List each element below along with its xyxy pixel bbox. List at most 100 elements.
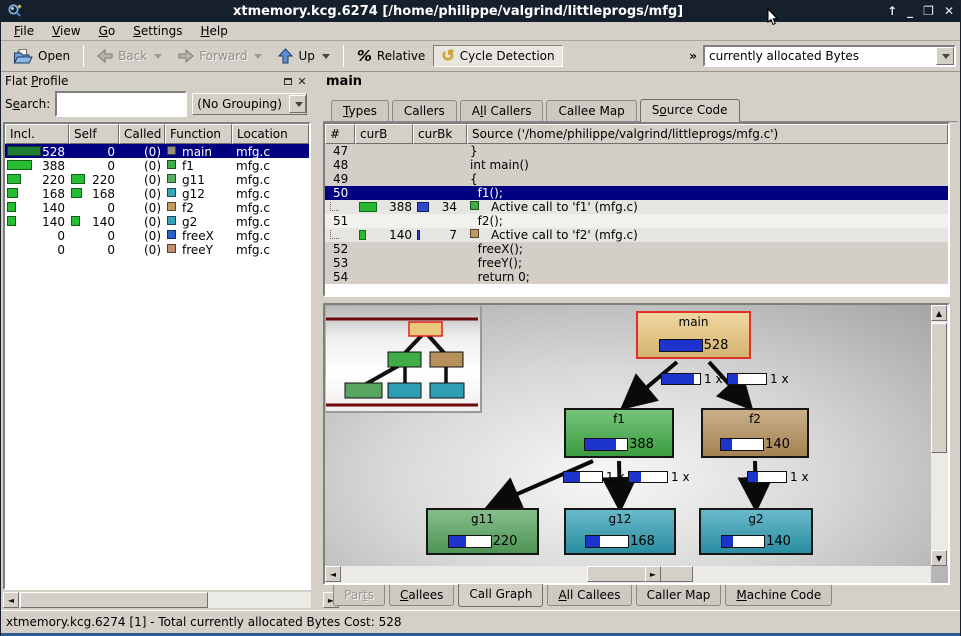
back-dropdown-icon[interactable] [154,54,162,59]
menu-help[interactable]: Help [191,23,236,39]
tab-caller-map[interactable]: Caller Map [636,585,722,606]
status-text: xtmemory.kcg.6274 [1] - Total currently … [6,615,401,629]
dock-horizontal-scrollbar[interactable]: ◄ ► [3,592,311,608]
source-line-selected[interactable]: 50 f1(); [325,186,948,200]
col-location[interactable]: Location [232,124,309,144]
open-button[interactable]: Open [5,44,78,69]
menu-go[interactable]: Go [90,23,125,39]
edge-label-f1-g11: 1 x [563,470,625,484]
menu-file[interactable]: File [5,23,43,39]
graph-horizontal-scrollbar[interactable]: ◄ ► [325,566,931,583]
title-bar[interactable]: xtmemory.kcg.6274 [/home/philippe/valgri… [1,0,960,22]
grouping-select[interactable]: (No Grouping) [192,93,307,115]
function-color-icon [470,201,479,210]
combo-dropdown-button[interactable] [289,95,306,113]
dock-close-button[interactable]: ✕ [295,75,309,88]
graph-node-g2[interactable]: g2 140 [699,508,813,555]
source-call-row[interactable]: 388 34 Active call to 'f1' (mfg.c) [325,200,948,214]
tab-machine-code[interactable]: Machine Code [725,585,832,606]
dock-float-button[interactable] [281,75,295,88]
table-row-f2[interactable]: 140 0 (0) f2 mfg.c [5,200,309,214]
function-color-icon [167,202,176,211]
table-row-freeY[interactable]: 0 0 (0) freeY mfg.c [5,242,309,256]
combo-dropdown-button[interactable] [936,47,954,65]
scroll-down-icon[interactable]: ▼ [931,550,947,566]
scrollbar-thumb[interactable] [587,566,693,582]
table-row-freeX[interactable]: 0 0 (0) freeX mfg.c [5,228,309,242]
source-line[interactable]: 48int main() [325,158,948,172]
graph-node-f1[interactable]: f1 388 [564,408,674,458]
forward-button[interactable]: Forward [170,45,270,67]
relative-button[interactable]: % Relative [349,43,433,69]
table-row-g2[interactable]: 140 140 (0) g2 mfg.c [5,214,309,228]
float-icon [284,78,292,85]
col-function[interactable]: Function [165,124,232,144]
tab-source-code[interactable]: Source Code [640,99,740,122]
col-source-file[interactable]: Source ('/home/philippe/valgrind/littlep… [467,124,948,144]
tab-all-callers[interactable]: All Callers [460,100,544,121]
scrollbar-thumb[interactable] [931,323,947,453]
incl-bar [7,188,18,198]
col-curB[interactable]: curB [355,124,413,144]
search-input[interactable] [57,93,185,115]
source-line[interactable]: 47} [325,144,948,158]
forward-dropdown-icon[interactable] [254,54,262,59]
table-row-f1[interactable]: 388 0 (0) f1 mfg.c [5,158,309,172]
tab-callee-map[interactable]: Callee Map [546,100,636,121]
graph-node-f2[interactable]: f2 140 [701,408,809,458]
minimize-button[interactable]: _ [907,4,913,18]
tab-call-graph[interactable]: Call Graph [458,584,543,607]
menu-settings[interactable]: Settings [124,23,191,39]
source-call-row[interactable]: 140 7 Active call to 'f2' (mfg.c) [325,228,948,242]
tab-all-callees[interactable]: All Callees [547,585,631,606]
scroll-left-icon[interactable]: ◄ [3,592,19,608]
table-row-main[interactable]: 528 0 (0) main mfg.c [5,144,309,158]
call-graph-panel[interactable]: main 528 f1 388 f2 140 g11 220 g12 168 [323,303,950,585]
edge-label-main-f2: 1 x [727,372,789,386]
event-type-select[interactable]: currently allocated Bytes [703,45,956,67]
cost-bar [722,536,733,547]
maximize-button[interactable]: ❐ [923,4,934,18]
tab-callees[interactable]: Callees [389,585,454,606]
col-line[interactable]: # [325,124,355,144]
col-incl[interactable]: Incl. [5,124,69,144]
scroll-left-icon[interactable]: ◄ [325,566,341,582]
menu-view[interactable]: View [43,23,89,39]
source-line[interactable]: 54 return 0; [325,270,948,284]
cost-bar [586,536,599,547]
shade-button[interactable]: ↑ [887,4,897,18]
graph-overview-map[interactable] [326,306,482,413]
page-title: main [326,74,362,89]
source-line[interactable]: 52 freeX(); [325,242,948,256]
tab-parts[interactable]: Parts [333,585,385,606]
source-line[interactable]: 53 freeY(); [325,256,948,270]
curBk-bar [417,230,420,240]
col-self[interactable]: Self [69,124,119,144]
panel-splitter[interactable] [313,72,321,610]
back-button[interactable]: Back [89,45,170,67]
graph-node-g11[interactable]: g11 220 [426,508,539,555]
scroll-up-icon[interactable]: ▲ [931,305,947,321]
col-called[interactable]: Called [119,124,165,144]
tab-callers[interactable]: Callers [392,100,457,121]
up-dropdown-icon[interactable] [322,54,330,59]
up-button[interactable]: Up [270,44,337,68]
source-line[interactable]: 49{ [325,172,948,186]
flat-profile-table: Incl. Self Called Function Location 528 … [3,122,311,590]
source-line[interactable]: 51 f2(); [325,214,948,228]
graph-vertical-scrollbar[interactable]: ▲ ▼ [931,305,948,566]
scrollbar-thumb[interactable] [20,592,208,608]
table-row-g11[interactable]: 220 220 (0) g11 mfg.c [5,172,309,186]
scroll-right-icon[interactable]: ► [645,566,661,582]
graph-node-g12[interactable]: g12 168 [564,508,676,555]
dock-header[interactable]: Flat Profile ✕ [1,72,313,90]
table-row-g12[interactable]: 168 168 (0) g12 mfg.c [5,186,309,200]
edge-label-f1-g12: 1 x [628,470,690,484]
close-button[interactable]: ✕ [944,4,954,18]
col-curBk[interactable]: curBk [413,124,467,144]
cycle-detection-button[interactable]: ↺ Cycle Detection [433,45,562,67]
toolbar-overflow-button[interactable]: » [683,49,703,63]
graph-node-main[interactable]: main 528 [636,311,751,359]
chevron-down-icon [942,54,950,59]
tab-types[interactable]: Types [331,100,389,121]
